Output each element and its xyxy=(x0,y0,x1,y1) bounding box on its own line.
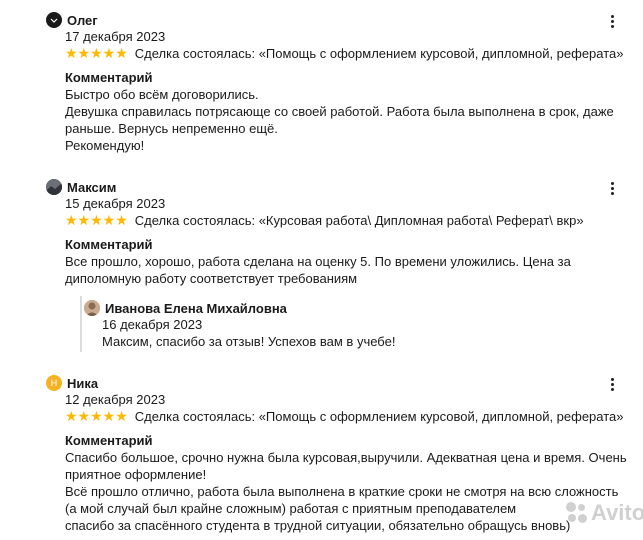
reply-text: Максим, спасибо за отзыв! Успехов вам в … xyxy=(102,334,396,349)
deal-text: Сделка состоялась: «Помощь с оформлением… xyxy=(134,46,624,61)
avito-logo-icon xyxy=(566,502,588,524)
reply-header: Иванова Елена Михайловна xyxy=(84,298,287,318)
deal-row: ★★★★★ Сделка состоялась: «Курсовая работ… xyxy=(65,212,584,229)
avatar[interactable]: Н xyxy=(46,375,62,391)
comment-title: Комментарий xyxy=(65,70,153,85)
avatar[interactable] xyxy=(46,179,62,195)
seller-reply xyxy=(80,296,82,352)
more-options-icon[interactable] xyxy=(606,179,618,197)
comment-line: диполомную работу соответствует требован… xyxy=(65,271,358,286)
comment-line: Девушка справилась потрясающе со своей р… xyxy=(65,104,614,119)
comment-line: приятное оформление! xyxy=(65,467,207,482)
comment-line: Быстро обо всём договорились. xyxy=(65,87,259,102)
avatar-image-icon xyxy=(50,18,58,23)
comment-line: (а мой случай был крайне сложным) работа… xyxy=(65,501,517,516)
more-options-icon[interactable] xyxy=(606,375,618,393)
review-date: 17 декабря 2023 xyxy=(65,29,166,44)
reply-author-name[interactable]: Иванова Елена Михайловна xyxy=(105,301,287,316)
avatar[interactable] xyxy=(46,12,62,28)
deal-row: ★★★★★ Сделка состоялась: «Помощь с оформ… xyxy=(65,45,624,62)
comment-line: Всё прошло отлично, работа была выполнен… xyxy=(65,484,619,499)
avatar-photo-icon xyxy=(84,300,100,316)
rating-stars: ★★★★★ xyxy=(65,45,128,61)
review-date: 12 декабря 2023 xyxy=(65,392,166,407)
comment-line: раньше. Вернусь непременно ещё. xyxy=(65,121,278,136)
comment-title: Комментарий xyxy=(65,237,153,252)
deal-text: Сделка состоялась: «Помощь с оформлением… xyxy=(134,409,624,424)
author-name[interactable]: Ника xyxy=(67,376,98,391)
deal-text: Сделка состоялась: «Курсовая работа\ Дип… xyxy=(134,213,584,228)
review-header: Олег xyxy=(46,10,98,30)
review-header: Максим xyxy=(46,177,116,197)
comment-line: спасибо за спасённого студента в трудной… xyxy=(65,518,571,533)
author-name[interactable]: Максим xyxy=(67,180,116,195)
review-date: 15 декабря 2023 xyxy=(65,196,166,211)
reply-avatar[interactable] xyxy=(84,300,100,316)
rating-stars: ★★★★★ xyxy=(65,408,128,424)
avito-watermark: Avito xyxy=(566,500,643,526)
avatar-photo-icon xyxy=(46,179,62,195)
comment-line: Рекомендую! xyxy=(65,138,145,153)
deal-row: ★★★★★ Сделка состоялась: «Помощь с оформ… xyxy=(65,408,624,425)
avatar-letter: Н xyxy=(50,378,58,388)
comment-line: Все прошло, хорошо, работа сделана на оц… xyxy=(65,254,571,269)
more-options-icon[interactable] xyxy=(606,12,618,30)
review-header: Н Ника xyxy=(46,373,98,393)
comment-title: Комментарий xyxy=(65,433,153,448)
author-name[interactable]: Олег xyxy=(67,13,98,28)
rating-stars: ★★★★★ xyxy=(65,212,128,228)
watermark-text: Avito xyxy=(591,500,643,525)
reply-date: 16 декабря 2023 xyxy=(102,317,203,332)
comment-line: Спасибо большое, срочно нужна была курсо… xyxy=(65,450,627,465)
